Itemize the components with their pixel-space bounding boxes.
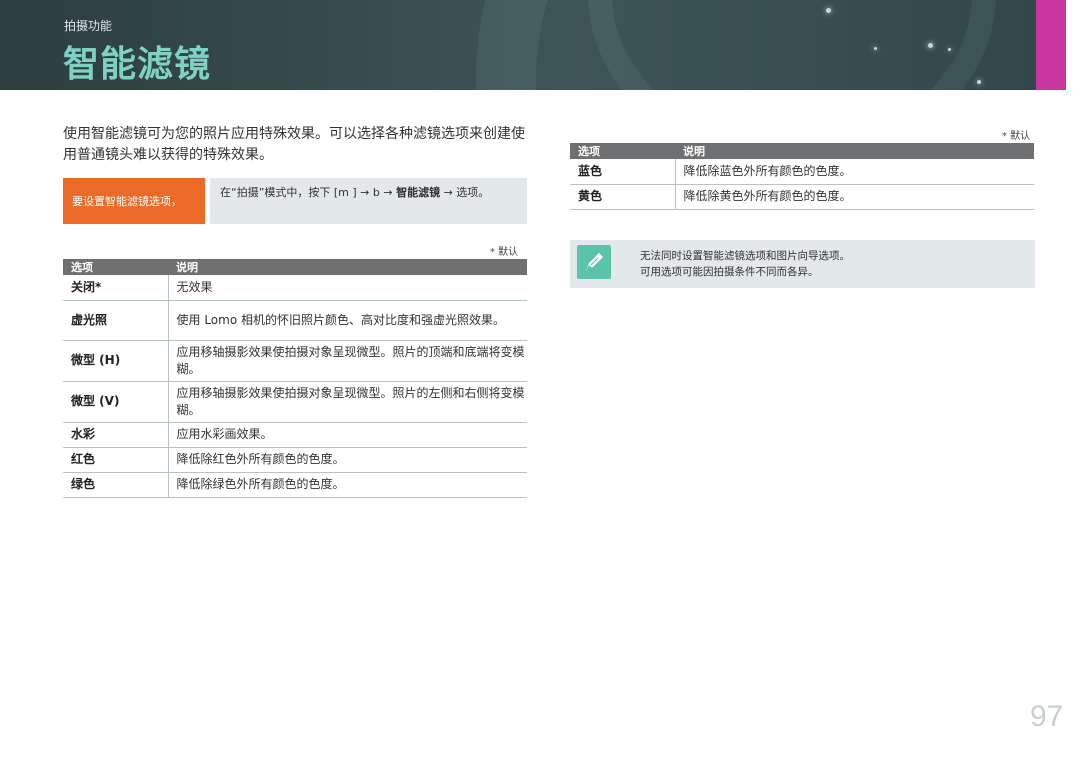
howto-step-bold: 智能滤镜 — [396, 186, 441, 199]
howto-label: 要设置智能滤镜选项， — [63, 178, 205, 224]
howto-step-b: → 选项。 — [440, 186, 490, 199]
option-cell: 虚光照 — [63, 300, 168, 341]
sparkle-decoration — [928, 43, 933, 48]
column-header-description: 说明 — [675, 143, 1034, 159]
section-kicker: 拍摄功能 — [64, 19, 113, 33]
pen-note-icon — [586, 253, 603, 271]
default-footnote: * 默认 — [1002, 131, 1031, 142]
sparkle-decoration — [948, 48, 951, 51]
note-line: 可用选项可能因拍摄条件不同而各异。 — [640, 266, 819, 278]
table-row: 蓝色 降低除蓝色外所有颜色的色度。 — [570, 159, 1034, 185]
option-cell: 微型 (V) — [63, 381, 168, 423]
header-banner: 拍摄功能 智能滤镜 — [0, 0, 1036, 90]
howto-box: 要设置智能滤镜选项， 在“拍摄”模式中，按下 [m ] → b → 智能滤镜 →… — [63, 178, 527, 224]
description-cell: 降低除蓝色外所有颜色的色度。 — [674, 159, 1034, 185]
column-header-option: 选项 — [570, 143, 675, 159]
table-row: 微型 (V) 应用移轴摄影效果使拍摄对象呈现微型。照片的左侧和右侧将变模糊。 — [63, 381, 527, 423]
sparkle-decoration — [826, 8, 831, 13]
banner-swirl-decoration — [588, 0, 996, 90]
table-row: 虚光照 使用 Lomo 相机的怀旧照片颜色、高对比度和强虚光照效果。 — [63, 300, 527, 341]
filter-options-table-right: 选项 说明 蓝色 降低除蓝色外所有颜色的色度。 黄色 降低除黄色外所有颜色的色度… — [570, 143, 1034, 210]
table-row: 红色 降低除红色外所有颜色的色度。 — [63, 447, 527, 473]
description-cell: 应用移轴摄影效果使拍摄对象呈现微型。照片的左侧和右侧将变模糊。 — [167, 381, 527, 423]
option-cell: 红色 — [63, 447, 168, 473]
sparkle-decoration — [977, 80, 981, 84]
table-row: 绿色 降低除绿色外所有颜色的色度。 — [63, 472, 527, 498]
table-row: 黄色 降低除黄色外所有颜色的色度。 — [570, 184, 1034, 210]
description-cell: 使用 Lomo 相机的怀旧照片颜色、高对比度和强虚光照效果。 — [167, 300, 527, 341]
note-box: 无法同时设置智能滤镜选项和图片向导选项。 可用选项可能因拍摄条件不同而各异。 — [570, 240, 1035, 288]
table-header-row: 选项 说明 — [570, 143, 1034, 159]
chapter-tab — [1036, 0, 1066, 90]
table-row: 微型 (H) 应用移轴摄影效果使拍摄对象呈现微型。照片的顶端和底端将变模糊。 — [63, 340, 527, 382]
howto-step-a: 在“拍摄”模式中，按下 [m ] → b → — [220, 186, 397, 199]
table-row: 关闭* 无效果 — [63, 275, 527, 301]
description-cell: 无效果 — [167, 275, 527, 301]
sparkle-decoration — [874, 47, 877, 50]
option-cell: 绿色 — [63, 472, 168, 498]
description-cell: 降低除绿色外所有颜色的色度。 — [167, 472, 527, 498]
description-cell: 应用移轴摄影效果使拍摄对象呈现微型。照片的顶端和底端将变模糊。 — [167, 340, 527, 382]
option-cell: 关闭* — [63, 275, 168, 301]
default-footnote: * 默认 — [490, 247, 519, 258]
column-header-description: 说明 — [168, 259, 527, 275]
table-header-row: 选项 说明 — [63, 259, 527, 275]
intro-paragraph: 使用智能滤镜可为您的照片应用特殊效果。可以选择各种滤镜选项来创建使用普通镜头难以… — [63, 126, 525, 163]
note-text: 无法同时设置智能滤镜选项和图片向导选项。 可用选项可能因拍摄条件不同而各异。 — [640, 248, 850, 280]
filter-options-table-left: 选项 说明 关闭* 无效果 虚光照 使用 Lomo 相机的怀旧照片颜色、高对比度… — [63, 259, 527, 498]
column-header-option: 选项 — [63, 259, 168, 275]
option-cell: 水彩 — [63, 422, 168, 448]
table-row: 水彩 应用水彩画效果。 — [63, 422, 527, 448]
page-title: 智能滤镜 — [63, 44, 212, 85]
note-line: 无法同时设置智能滤镜选项和图片向导选项。 — [640, 250, 850, 262]
option-cell: 黄色 — [570, 184, 675, 210]
option-cell: 蓝色 — [570, 159, 675, 185]
option-cell: 微型 (H) — [63, 340, 168, 382]
howto-steps: 在“拍摄”模式中，按下 [m ] → b → 智能滤镜 → 选项。 — [210, 178, 527, 224]
description-cell: 降低除黄色外所有颜色的色度。 — [674, 184, 1034, 210]
pen-note-icon — [577, 245, 611, 279]
description-cell: 降低除红色外所有颜色的色度。 — [167, 447, 527, 473]
page-number: 97 — [1030, 700, 1064, 733]
description-cell: 应用水彩画效果。 — [167, 422, 527, 448]
